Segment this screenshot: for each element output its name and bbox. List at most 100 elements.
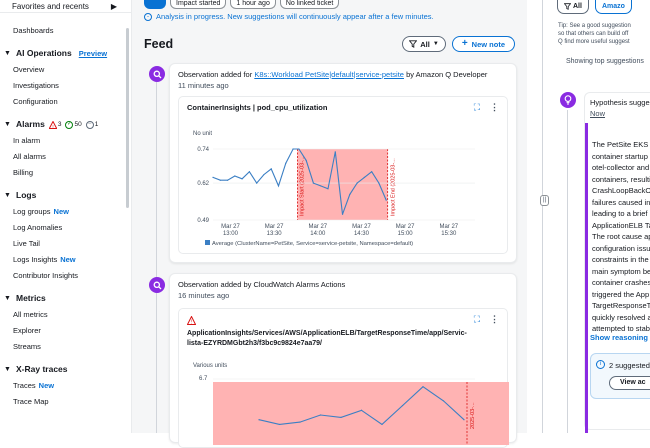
hypothesis-text: The PetSite EKS c container startup otel… bbox=[592, 140, 650, 333]
warning-icon: ! bbox=[187, 316, 196, 325]
sidebar-item-investigations[interactable]: Investigations bbox=[0, 78, 131, 94]
hypothesis-title: Hypothesis sugges bbox=[590, 98, 650, 107]
expand-icon[interactable]: ⛶ bbox=[474, 314, 480, 325]
data-point bbox=[270, 168, 272, 170]
line-chart[interactable]: Impact Start (2025-03-... Impact End (202… bbox=[179, 127, 509, 252]
show-reasoning-link[interactable]: Show reasoning bbox=[590, 333, 648, 342]
time-pill: 1 hour ago bbox=[230, 0, 276, 9]
line-chart[interactable]: 2025-03-... bbox=[179, 375, 509, 445]
sidebar-section-logs[interactable]: ▼ Logs bbox=[0, 187, 131, 204]
alarm-avatar bbox=[149, 277, 165, 293]
sidebar-item-configuration[interactable]: Configuration bbox=[0, 94, 131, 110]
preview-badge[interactable]: Preview bbox=[79, 45, 107, 62]
search-icon bbox=[153, 70, 161, 78]
lightbulb-icon bbox=[560, 92, 576, 108]
x-tick-label: Mar 27 bbox=[439, 224, 458, 230]
sidebar-item-overview[interactable]: Overview bbox=[0, 62, 131, 78]
data-point bbox=[241, 178, 243, 180]
filter-icon bbox=[564, 3, 571, 10]
observation-suffix: by Amazon Q Developer bbox=[406, 70, 488, 79]
sidebar-item-log-groups[interactable]: Log groups New bbox=[0, 204, 131, 220]
filter-dropdown[interactable]: All bbox=[557, 0, 589, 14]
data-point bbox=[258, 419, 260, 421]
sidebar-item-live-tail[interactable]: Live Tail bbox=[0, 236, 131, 252]
status-pill[interactable] bbox=[144, 0, 166, 9]
widget-title: ContainerInsights | pod_cpu_utilization bbox=[187, 103, 328, 112]
analysis-text: Analysis in progress. New suggestions wi… bbox=[156, 12, 434, 21]
sidebar-section-xray[interactable]: ▼ X-Ray traces bbox=[0, 361, 131, 378]
x-tick-label: Mar 27 bbox=[221, 224, 240, 230]
svg-text:!: ! bbox=[52, 123, 53, 128]
insufficient-count: − 1 bbox=[85, 116, 98, 133]
data-point bbox=[292, 148, 294, 150]
ticket-pill[interactable]: No linked ticket bbox=[279, 0, 340, 9]
sidebar-item-traces[interactable]: Traces New bbox=[0, 378, 131, 394]
suggestion-timeline bbox=[567, 110, 568, 433]
sidebar-item-logs-insights[interactable]: Logs Insights New bbox=[0, 252, 131, 268]
hypothesis-time: Now bbox=[590, 109, 606, 118]
sidebar: Favorites and recents ▶ Dashboards ▼ AI … bbox=[0, 0, 132, 433]
data-point bbox=[312, 182, 315, 184]
new-badge: New bbox=[53, 207, 69, 216]
new-badge: New bbox=[60, 255, 76, 264]
sidebar-section-metrics[interactable]: ▼ Metrics bbox=[0, 290, 131, 307]
x-tick-label: Mar 27 bbox=[265, 224, 284, 230]
y-tick-label: 0.49 bbox=[197, 218, 209, 224]
data-point bbox=[340, 416, 342, 418]
data-point bbox=[327, 188, 329, 190]
sidebar-item-all-metrics[interactable]: All metrics bbox=[0, 307, 131, 323]
amazon-q-button[interactable]: Amazo bbox=[594, 0, 632, 14]
sidebar-scrollbar[interactable] bbox=[126, 28, 129, 208]
impact-start-label: Impact Start (2025-03-... bbox=[299, 156, 305, 216]
data-point bbox=[219, 179, 221, 181]
alarm-widget: ! ⛶ ⋮ ApplicationInsights/Services/AWS/A… bbox=[178, 308, 509, 448]
caret-down-icon: ▼ bbox=[4, 121, 11, 128]
metric-widget: ContainerInsights | pod_cpu_utilization … bbox=[178, 96, 508, 254]
sidebar-item-in-alarm[interactable]: In alarm bbox=[0, 133, 131, 149]
sidebar-item-log-anomalies[interactable]: Log Anomalies bbox=[0, 220, 131, 236]
data-point bbox=[256, 182, 258, 184]
data-point bbox=[385, 199, 387, 201]
analysis-banner: - Analysis in progress. New suggestions … bbox=[144, 12, 527, 21]
x-tick-label: 15:30 bbox=[441, 231, 457, 237]
sidebar-item-all-alarms[interactable]: All alarms bbox=[0, 149, 131, 165]
resize-handle[interactable]: || bbox=[540, 195, 549, 206]
impact-window bbox=[213, 382, 509, 445]
x-tick-label: Mar 27 bbox=[352, 224, 371, 230]
impact-window bbox=[297, 149, 388, 220]
feed-timeline bbox=[156, 82, 157, 433]
info-icon: i bbox=[596, 360, 605, 369]
sidebar-item-dashboards[interactable]: Dashboards bbox=[0, 23, 131, 39]
alarm-count: ! 3 bbox=[48, 116, 61, 133]
data-point bbox=[463, 419, 465, 421]
expand-icon[interactable]: ⛶ bbox=[474, 102, 480, 113]
sidebar-item-trace-map[interactable]: Trace Map bbox=[0, 394, 131, 410]
x-tick-label: Mar 27 bbox=[308, 224, 327, 230]
new-badge: New bbox=[38, 381, 55, 390]
x-tick-label: 13:30 bbox=[267, 231, 283, 237]
data-point bbox=[378, 182, 380, 184]
sidebar-section-alarms[interactable]: ▼ Alarms ! 3 ✓ 50 − 1 bbox=[0, 116, 131, 133]
amazon-q-avatar bbox=[149, 66, 165, 82]
more-options-icon[interactable]: ⋮ bbox=[490, 314, 499, 325]
filter-dropdown[interactable]: All ▼ bbox=[402, 36, 446, 52]
sidebar-item-contributor-insights[interactable]: Contributor Insights bbox=[0, 268, 131, 284]
data-point bbox=[278, 423, 281, 426]
caret-down-icon: ▼ bbox=[4, 192, 11, 199]
impact-started-pill: Impact started bbox=[170, 0, 227, 9]
sidebar-section-ai-operations[interactable]: ▼ AI Operations Preview bbox=[0, 45, 131, 62]
hypothesis-card: Hypothesis sugges Now The PetSite EKS c … bbox=[584, 92, 650, 433]
view-actions-button[interactable]: View ac bbox=[609, 376, 650, 390]
sidebar-item-explorer[interactable]: Explorer bbox=[0, 323, 131, 339]
showing-label: Showing top suggestions bbox=[566, 58, 644, 65]
more-options-icon[interactable]: ⋮ bbox=[490, 102, 499, 113]
sidebar-item-billing[interactable]: Billing bbox=[0, 165, 131, 181]
caret-down-icon: ▼ bbox=[4, 295, 11, 302]
data-point bbox=[360, 409, 363, 411]
new-note-button[interactable]: + New note bbox=[451, 36, 515, 52]
data-point bbox=[248, 171, 250, 173]
workload-link[interactable]: K8s::Workload PetSite|default|service-pe… bbox=[254, 70, 404, 79]
sidebar-item-streams[interactable]: Streams bbox=[0, 339, 131, 355]
caret-right-icon[interactable]: ▶ bbox=[111, 2, 117, 11]
favorites-header[interactable]: Favorites and recents ▶ bbox=[0, 0, 131, 13]
